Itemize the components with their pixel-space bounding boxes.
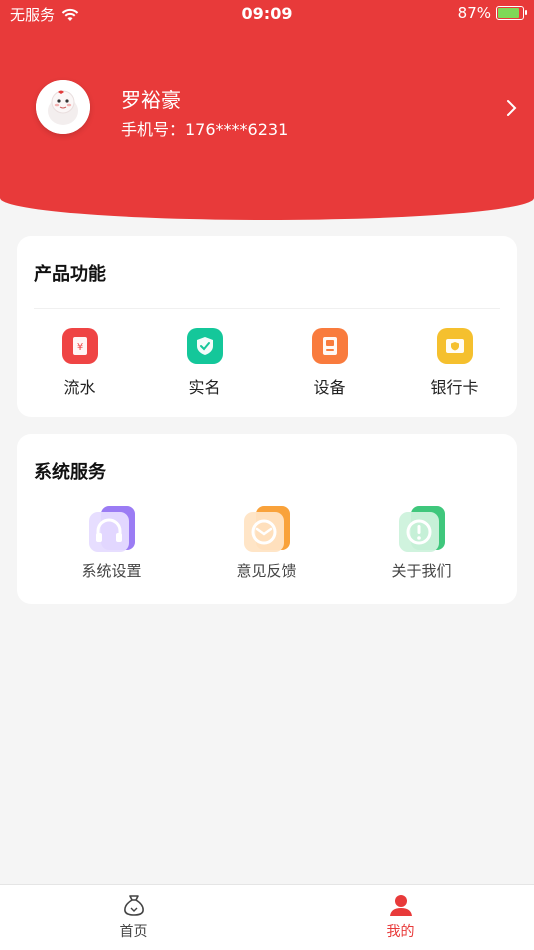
system-services-grid: 系统设置 意见反馈 关于我们	[17, 504, 517, 581]
svg-text:¥: ¥	[76, 342, 82, 353]
user-name: 罗裕豪	[121, 88, 181, 112]
func-label: 设备	[313, 378, 346, 397]
tab-bar: 首页 我的	[0, 884, 534, 950]
divider	[34, 308, 500, 309]
profile-header: 无服务 09:09 87% 罗裕豪 手机号：176****6231	[0, 0, 534, 220]
func-label: 流水	[63, 378, 96, 397]
svc-label: 关于我们	[391, 562, 452, 580]
avatar[interactable]	[36, 80, 90, 134]
tab-mine[interactable]: 我的	[267, 885, 534, 950]
system-services-card: 系统服务 系统设置 意见反馈 关于我们	[17, 434, 517, 604]
headphones-icon	[88, 506, 135, 552]
shield-check-icon	[186, 328, 223, 364]
product-functions-grid: ¥ 流水 实名 设备 银行卡	[17, 328, 517, 398]
svc-item-about[interactable]: 关于我们	[344, 504, 499, 581]
mail-icon	[243, 506, 290, 552]
battery-percent: 87%	[457, 4, 491, 22]
svc-item-feedback[interactable]: 意见反馈	[189, 504, 344, 581]
func-label: 实名	[188, 378, 221, 397]
tab-home[interactable]: 首页	[0, 885, 267, 950]
device-icon	[311, 328, 348, 364]
chevron-right-icon[interactable]	[504, 98, 518, 118]
tab-label: 首页	[119, 924, 148, 940]
info-icon	[398, 506, 445, 552]
func-item-realname[interactable]: 实名	[142, 328, 267, 398]
profile-row[interactable]: 罗裕豪 手机号：176****6231	[36, 80, 534, 139]
user-phone: 手机号：176****6231	[121, 120, 289, 139]
battery-charging-icon	[496, 6, 527, 20]
bank-card-icon	[436, 328, 473, 364]
svc-label: 系统设置	[81, 562, 142, 580]
product-functions-card: 产品功能 ¥ 流水 实名 设备 银行卡	[17, 236, 517, 417]
tab-label: 我的	[386, 924, 415, 940]
section-title: 产品功能	[34, 264, 106, 285]
func-label: 银行卡	[430, 378, 479, 397]
svc-item-settings[interactable]: 系统设置	[34, 504, 189, 581]
battery-level	[498, 8, 519, 18]
money-bag-icon	[123, 895, 144, 916]
svc-label: 意见反馈	[236, 562, 297, 580]
func-item-device[interactable]: 设备	[267, 328, 392, 398]
status-bar: 无服务 09:09 87%	[0, 0, 534, 28]
section-title: 系统服务	[34, 462, 106, 483]
func-item-bankcard[interactable]: 银行卡	[392, 328, 517, 398]
func-item-flow[interactable]: ¥ 流水	[17, 328, 142, 398]
yuan-receipt-icon: ¥	[61, 328, 98, 364]
status-time: 09:09	[241, 4, 293, 23]
user-icon	[389, 895, 412, 916]
